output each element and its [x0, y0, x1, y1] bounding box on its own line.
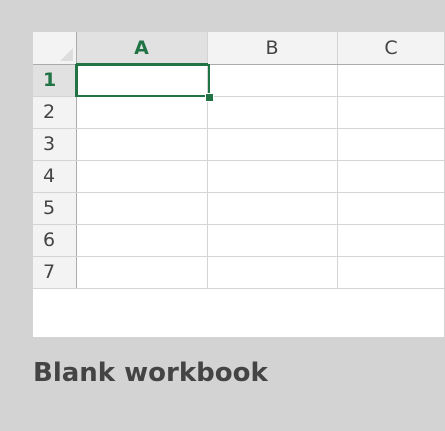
- cell-b5: [207, 192, 338, 225]
- template-caption: Blank workbook: [33, 358, 268, 388]
- blank-workbook-template-tile[interactable]: A B C 1 2 3 4 5 6 7 Blank workbook: [0, 0, 445, 431]
- cell-a2: [76, 96, 208, 129]
- cell-c3: [337, 128, 444, 161]
- workbook-preview: A B C 1 2 3 4 5 6 7: [33, 32, 444, 337]
- row-header-2: 2: [33, 96, 77, 129]
- cell-a5: [76, 192, 208, 225]
- cell-a4: [76, 160, 208, 193]
- cell-a1: [76, 64, 208, 97]
- cell-b7: [207, 256, 338, 289]
- grid-row: 7: [33, 256, 444, 289]
- cell-b4: [207, 160, 338, 193]
- cell-b2: [207, 96, 338, 129]
- row-header-1: 1: [33, 64, 77, 97]
- row-header-7: 7: [33, 256, 77, 289]
- cell-c1: [337, 64, 444, 97]
- grid-row: 4: [33, 160, 444, 193]
- cell-a3: [76, 128, 208, 161]
- cell-c7: [337, 256, 444, 289]
- row-header-4: 4: [33, 160, 77, 193]
- cell-a7: [76, 256, 208, 289]
- grid-row: 1: [33, 64, 444, 97]
- cell-b3: [207, 128, 338, 161]
- column-header-row: A B C: [33, 32, 444, 65]
- cell-c5: [337, 192, 444, 225]
- column-header-a: A: [76, 32, 208, 65]
- column-header-c: C: [337, 32, 444, 65]
- cell-c6: [337, 224, 444, 257]
- column-header-b: B: [207, 32, 338, 65]
- row-header-5: 5: [33, 192, 77, 225]
- cell-b1: [207, 64, 338, 97]
- grid-row: 5: [33, 192, 444, 225]
- grid-row: 6: [33, 224, 444, 257]
- grid-row: 2: [33, 96, 444, 129]
- cell-c2: [337, 96, 444, 129]
- cell-c4: [337, 160, 444, 193]
- grid-row: 3: [33, 128, 444, 161]
- spreadsheet-grid: A B C 1 2 3 4 5 6 7: [33, 32, 444, 289]
- row-header-3: 3: [33, 128, 77, 161]
- fill-handle: [205, 93, 214, 102]
- select-all-triangle-icon: [59, 47, 73, 61]
- cell-b6: [207, 224, 338, 257]
- row-header-6: 6: [33, 224, 77, 257]
- cell-a6: [76, 224, 208, 257]
- select-all-corner: [33, 32, 77, 65]
